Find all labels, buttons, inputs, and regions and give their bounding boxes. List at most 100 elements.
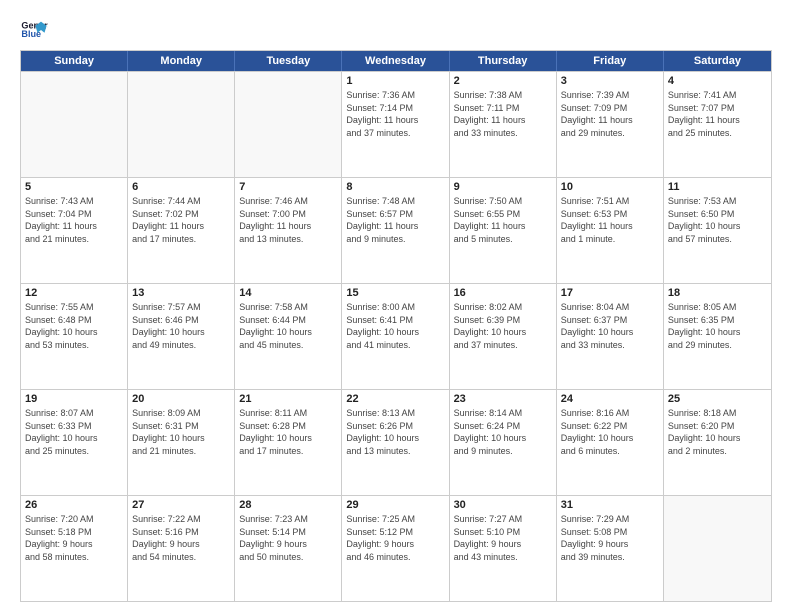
day-number: 26 (25, 499, 123, 511)
day-info: Sunrise: 7:20 AM Sunset: 5:18 PM Dayligh… (25, 513, 123, 563)
day-info: Sunrise: 7:36 AM Sunset: 7:14 PM Dayligh… (346, 89, 444, 139)
day-number: 23 (454, 393, 552, 405)
day-info: Sunrise: 7:22 AM Sunset: 5:16 PM Dayligh… (132, 513, 230, 563)
calendar-cell-22: 22Sunrise: 8:13 AM Sunset: 6:26 PM Dayli… (342, 390, 449, 495)
calendar-cell-25: 25Sunrise: 8:18 AM Sunset: 6:20 PM Dayli… (664, 390, 771, 495)
header-day-friday: Friday (557, 51, 664, 71)
day-info: Sunrise: 8:13 AM Sunset: 6:26 PM Dayligh… (346, 407, 444, 457)
calendar-cell-7: 7Sunrise: 7:46 AM Sunset: 7:00 PM Daylig… (235, 178, 342, 283)
calendar-cell-17: 17 Sunrise: 8:04 AM Sunset: 6:37 PM Dayli… (557, 284, 664, 389)
calendar-cell-9: 9 Sunrise: 7:50 AM Sunset: 6:55 PM Daylig… (450, 178, 557, 283)
calendar-cell-13: 13 Sunrise: 7:57 AM Sunset: 6:46 PM Dayli… (128, 284, 235, 389)
calendar-cell-30: 30 Sunrise: 7:27 AM Sunset: 5:10 PM Dayli… (450, 496, 557, 601)
day-info: Sunrise: 7:27 AM Sunset: 5:10 PM Dayligh… (454, 513, 552, 563)
day-info: Sunrise: 8:05 AM Sunset: 6:35 PM Dayligh… (668, 301, 767, 351)
calendar-cell-11: 11 Sunrise: 7:53 AM Sunset: 6:50 PM Dayli… (664, 178, 771, 283)
day-number: 8 (346, 181, 444, 193)
day-number: 6 (132, 181, 230, 193)
day-info: Sunrise: 8:04 AM Sunset: 6:37 PM Dayligh… (561, 301, 659, 351)
day-info: Sunrise: 7:55 AM Sunset: 6:48 PM Dayligh… (25, 301, 123, 351)
header-day-tuesday: Tuesday (235, 51, 342, 71)
calendar-cell-empty (664, 496, 771, 601)
day-info: Sunrise: 8:11 AM Sunset: 6:28 PM Dayligh… (239, 407, 337, 457)
day-number: 13 (132, 287, 230, 299)
calendar-row-3: 12 Sunrise: 7:55 AM Sunset: 6:48 PM Dayli… (21, 283, 771, 389)
calendar-cell-15: 15 Sunrise: 8:00 AM Sunset: 6:41 PM Dayli… (342, 284, 449, 389)
day-info: Sunrise: 7:39 AM Sunset: 7:09 PM Dayligh… (561, 89, 659, 139)
calendar-row-2: 5 Sunrise: 7:43 AM Sunset: 7:04 PM Daylig… (21, 177, 771, 283)
day-info: Sunrise: 8:02 AM Sunset: 6:39 PM Dayligh… (454, 301, 552, 351)
header-day-saturday: Saturday (664, 51, 771, 71)
day-info: Sunrise: 7:29 AM Sunset: 5:08 PM Dayligh… (561, 513, 659, 563)
day-number: 17 (561, 287, 659, 299)
day-number: 12 (25, 287, 123, 299)
day-number: 14 (239, 287, 337, 299)
day-number: 5 (25, 181, 123, 193)
calendar-row-5: 26 Sunrise: 7:20 AM Sunset: 5:18 PM Dayli… (21, 495, 771, 601)
calendar-cell-5: 5 Sunrise: 7:43 AM Sunset: 7:04 PM Daylig… (21, 178, 128, 283)
day-number: 28 (239, 499, 337, 511)
calendar-cell-26: 26 Sunrise: 7:20 AM Sunset: 5:18 PM Dayli… (21, 496, 128, 601)
day-info: Sunrise: 7:50 AM Sunset: 6:55 PM Dayligh… (454, 195, 552, 245)
day-number: 24 (561, 393, 659, 405)
page-header: General Blue (20, 16, 772, 44)
day-info: Sunrise: 8:16 AM Sunset: 6:22 PM Dayligh… (561, 407, 659, 457)
calendar-cell-2: 2 Sunrise: 7:38 AM Sunset: 7:11 PM Daylig… (450, 72, 557, 177)
day-number: 9 (454, 181, 552, 193)
day-info: Sunrise: 7:25 AM Sunset: 5:12 PM Dayligh… (346, 513, 444, 563)
day-info: Sunrise: 7:57 AM Sunset: 6:46 PM Dayligh… (132, 301, 230, 351)
day-number: 2 (454, 75, 552, 87)
calendar-cell-18: 18 Sunrise: 8:05 AM Sunset: 6:35 PM Dayli… (664, 284, 771, 389)
header-day-thursday: Thursday (450, 51, 557, 71)
day-number: 10 (561, 181, 659, 193)
day-number: 15 (346, 287, 444, 299)
calendar-cell-24: 24 Sunrise: 8:16 AM Sunset: 6:22 PM Dayli… (557, 390, 664, 495)
calendar-cell-10: 10 Sunrise: 7:51 AM Sunset: 6:53 PM Dayli… (557, 178, 664, 283)
day-number: 11 (668, 181, 767, 193)
day-info: Sunrise: 8:14 AM Sunset: 6:24 PM Dayligh… (454, 407, 552, 457)
day-number: 21 (239, 393, 337, 405)
calendar-row-1: 1Sunrise: 7:36 AM Sunset: 7:14 PM Daylig… (21, 71, 771, 177)
calendar-cell-31: 31 Sunrise: 7:29 AM Sunset: 5:08 PM Dayli… (557, 496, 664, 601)
calendar-body: 1Sunrise: 7:36 AM Sunset: 7:14 PM Daylig… (21, 71, 771, 601)
day-info: Sunrise: 8:07 AM Sunset: 6:33 PM Dayligh… (25, 407, 123, 457)
day-number: 3 (561, 75, 659, 87)
day-number: 18 (668, 287, 767, 299)
calendar-header: SundayMondayTuesdayWednesdayThursdayFrid… (21, 51, 771, 71)
day-number: 19 (25, 393, 123, 405)
calendar-cell-1: 1Sunrise: 7:36 AM Sunset: 7:14 PM Daylig… (342, 72, 449, 177)
day-number: 31 (561, 499, 659, 511)
header-day-wednesday: Wednesday (342, 51, 449, 71)
header-day-monday: Monday (128, 51, 235, 71)
day-info: Sunrise: 7:44 AM Sunset: 7:02 PM Dayligh… (132, 195, 230, 245)
calendar-cell-29: 29 Sunrise: 7:25 AM Sunset: 5:12 PM Dayli… (342, 496, 449, 601)
calendar-cell-21: 21 Sunrise: 8:11 AM Sunset: 6:28 PM Dayli… (235, 390, 342, 495)
day-info: Sunrise: 7:43 AM Sunset: 7:04 PM Dayligh… (25, 195, 123, 245)
day-info: Sunrise: 7:48 AM Sunset: 6:57 PM Dayligh… (346, 195, 444, 245)
calendar-cell-6: 6 Sunrise: 7:44 AM Sunset: 7:02 PM Daylig… (128, 178, 235, 283)
calendar-cell-19: 19 Sunrise: 8:07 AM Sunset: 6:33 PM Dayli… (21, 390, 128, 495)
calendar: SundayMondayTuesdayWednesdayThursdayFrid… (20, 50, 772, 602)
day-info: Sunrise: 7:58 AM Sunset: 6:44 PM Dayligh… (239, 301, 337, 351)
day-info: Sunrise: 7:23 AM Sunset: 5:14 PM Dayligh… (239, 513, 337, 563)
day-info: Sunrise: 8:18 AM Sunset: 6:20 PM Dayligh… (668, 407, 767, 457)
day-number: 29 (346, 499, 444, 511)
calendar-cell-3: 3 Sunrise: 7:39 AM Sunset: 7:09 PM Daylig… (557, 72, 664, 177)
day-info: Sunrise: 7:53 AM Sunset: 6:50 PM Dayligh… (668, 195, 767, 245)
day-info: Sunrise: 7:38 AM Sunset: 7:11 PM Dayligh… (454, 89, 552, 139)
calendar-cell-empty (128, 72, 235, 177)
calendar-row-4: 19 Sunrise: 8:07 AM Sunset: 6:33 PM Dayli… (21, 389, 771, 495)
day-info: Sunrise: 7:51 AM Sunset: 6:53 PM Dayligh… (561, 195, 659, 245)
day-info: Sunrise: 8:00 AM Sunset: 6:41 PM Dayligh… (346, 301, 444, 351)
day-number: 27 (132, 499, 230, 511)
day-number: 4 (668, 75, 767, 87)
calendar-cell-23: 23 Sunrise: 8:14 AM Sunset: 6:24 PM Dayli… (450, 390, 557, 495)
day-number: 16 (454, 287, 552, 299)
header-day-sunday: Sunday (21, 51, 128, 71)
day-info: Sunrise: 7:41 AM Sunset: 7:07 PM Dayligh… (668, 89, 767, 139)
logo-icon: General Blue (20, 16, 48, 44)
day-number: 30 (454, 499, 552, 511)
calendar-cell-empty (21, 72, 128, 177)
day-number: 20 (132, 393, 230, 405)
logo: General Blue (20, 16, 52, 44)
